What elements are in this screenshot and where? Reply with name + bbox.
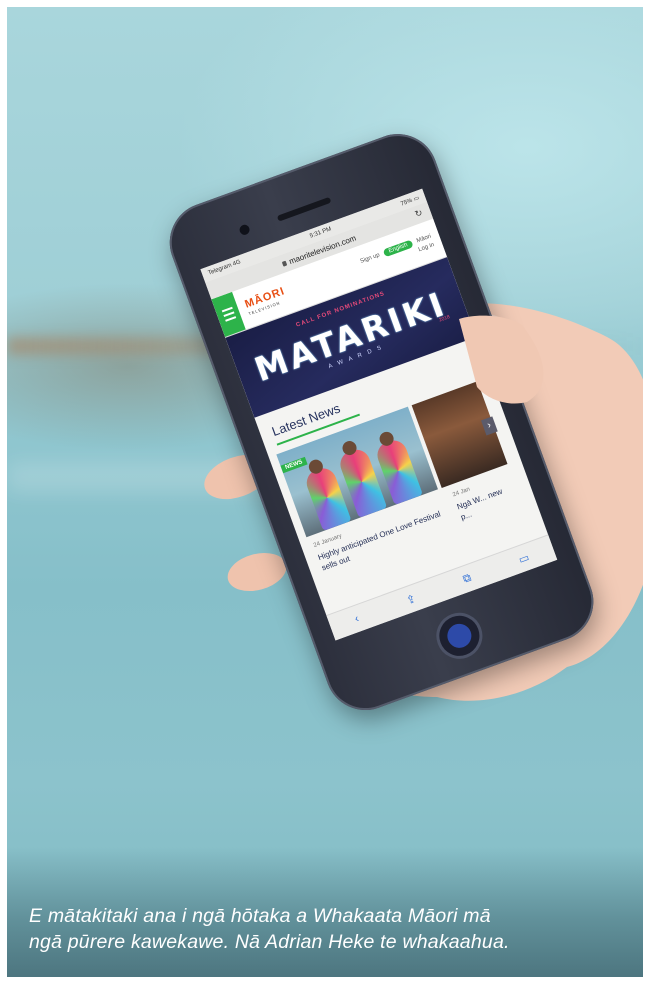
earpiece-speaker <box>276 196 332 222</box>
caption-line-2: ngā pūrere kawekawe. Nā Adrian Heke te w… <box>29 931 510 953</box>
bookmarks-icon[interactable]: ⧉ <box>461 571 473 586</box>
language-english-toggle[interactable]: English <box>382 239 414 258</box>
hamburger-menu-icon[interactable] <box>211 291 246 337</box>
photo: Telegram 4G 5:31 PM 75% ▭ maoritelevisio… <box>7 7 643 977</box>
lock-icon <box>281 260 288 267</box>
home-button[interactable] <box>429 606 489 666</box>
photo-caption: E mātakitaki ana i ngā hōtaka a Whakaata… <box>29 903 629 955</box>
signup-link[interactable]: Sign up <box>360 252 381 265</box>
news-tag: NEWS <box>280 456 308 474</box>
tabs-icon[interactable]: ▭ <box>517 550 531 566</box>
reload-icon[interactable]: ↻ <box>413 207 424 220</box>
share-icon[interactable]: ⇪ <box>404 591 418 606</box>
front-camera <box>238 223 251 237</box>
caption-line-1: E mātakitaki ana i ngā hōtaka a Whakaata… <box>29 905 491 927</box>
site-logo[interactable]: MĀORI TELEVISION <box>243 285 288 316</box>
back-icon[interactable]: ‹ <box>353 613 361 626</box>
